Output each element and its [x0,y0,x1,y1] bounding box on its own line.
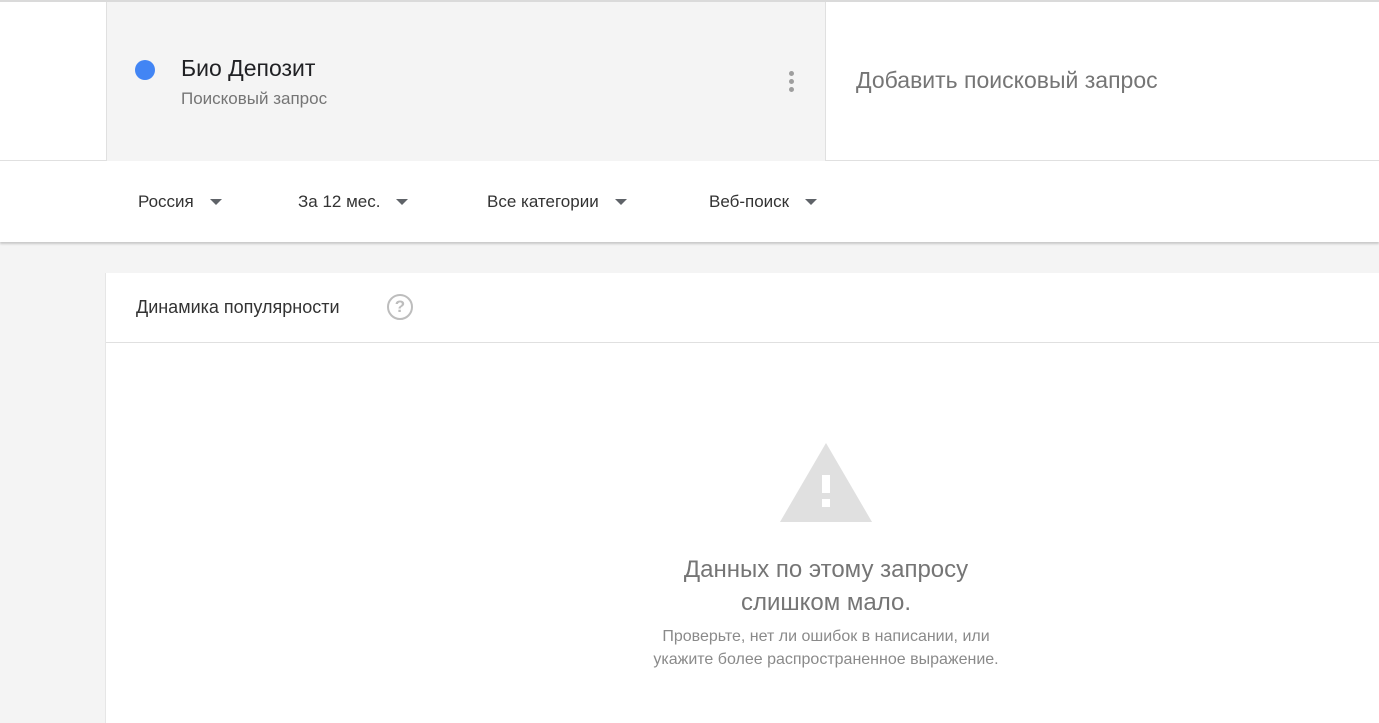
explore-header: Био Депозит Поисковый запрос Добавить по… [0,0,1379,161]
term-color-dot [135,60,155,80]
help-circle-icon[interactable]: ? [387,294,413,320]
more-vert-icon[interactable] [779,68,803,98]
geo-filter-label: Россия [138,192,194,211]
no-data-message-line1: Данных по этому запросу [683,556,969,583]
widget-header: Динамика популярности ? [106,273,1379,343]
search-type-filter-dropdown[interactable]: Веб-поиск [709,191,818,213]
geo-filter-dropdown[interactable]: Россия [138,191,222,213]
warning-triangle-icon [780,443,872,522]
search-type-filter-label: Веб-поиск [709,192,790,211]
time-filter-dropdown[interactable]: За 12 мес. [298,191,409,213]
dropdown-arrow-icon [805,199,818,205]
dropdown-arrow-icon [396,199,409,205]
dropdown-arrow-icon [209,199,222,205]
no-data-hint-line1: Проверьте, нет ли ошибок в написании, ил… [662,628,990,645]
time-filter-label: За 12 мес. [298,192,381,211]
no-data-message: Данных по этому запросу слишком мало. [626,553,1026,619]
search-term-card[interactable]: Био Депозит Поисковый запрос [106,2,826,161]
no-data-hint: Проверьте, нет ли ошибок в написании, ил… [576,625,1076,671]
dropdown-arrow-icon [614,199,627,205]
term-subtitle: Поисковый запрос [181,89,328,108]
no-data-message-line2: слишком мало. [740,589,912,616]
filter-bar: Россия За 12 мес. Все категории Веб-поис… [0,161,1379,242]
no-data-hint-line2: укажите более распространенное выражение… [653,651,999,668]
term-title: Био Депозит [181,55,316,81]
interest-over-time-widget: Динамика популярности ? Данных по этому … [105,273,1379,723]
widget-title: Динамика популярности [136,297,340,317]
add-search-term-input[interactable]: Добавить поисковый запрос [856,67,1158,94]
category-filter-dropdown[interactable]: Все категории [487,191,627,213]
category-filter-label: Все категории [487,192,599,211]
